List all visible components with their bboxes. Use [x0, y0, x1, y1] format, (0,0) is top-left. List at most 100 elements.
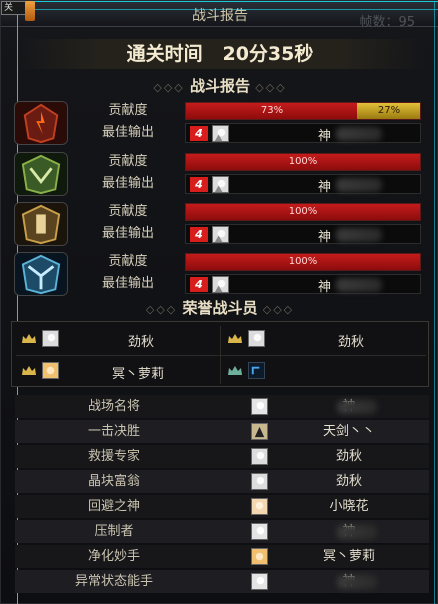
contribution-row: 贡献度 100%: [73, 251, 421, 273]
award-title: 异常状态能手: [74, 574, 153, 589]
redacted-name: [337, 575, 377, 589]
award-player-name: 劲秋: [335, 474, 362, 489]
honor-member-name: 劲秋: [338, 335, 365, 350]
character-portrait-icon: [251, 498, 268, 515]
redacted-name: [337, 400, 377, 414]
highlight-line: [1, 1, 438, 2]
honor-member[interactable]: 劲秋: [20, 326, 216, 354]
gold-crown-icon: [22, 334, 36, 343]
redacted-name: [336, 178, 382, 192]
contribution-bar: 100%: [185, 253, 421, 271]
honor-member-name: 劲秋: [128, 335, 155, 350]
best-output-label: 最佳输出: [101, 226, 154, 241]
clear-time-value: 20分35秒: [222, 43, 314, 65]
character-portrait-icon: [212, 226, 229, 243]
contribution-row: 贡献度 100%: [73, 151, 421, 173]
honor-heading-text: 荣誉战斗员: [182, 299, 258, 317]
redacted-name: [337, 525, 377, 539]
skill-4-icon: 4: [190, 277, 208, 292]
character-portrait-icon: [212, 125, 229, 142]
character-portrait-icon: [251, 473, 268, 490]
award-row: 晶块富翁 劲秋: [15, 470, 429, 493]
best-output-cell: 4 神: [185, 274, 421, 295]
divider-ornament-icon: ◇◇◇: [145, 303, 178, 316]
character-portrait-icon: [212, 176, 229, 193]
player-row: 贡献度 73% 27% 最佳输出 4 神: [11, 100, 423, 146]
contribution-row: 贡献度 100%: [73, 201, 421, 223]
award-title: 晶块富翁: [87, 474, 140, 489]
contribution-bar: 100%: [185, 153, 421, 171]
best-output-label: 最佳输出: [101, 176, 154, 191]
best-output-cell: 4 神: [185, 174, 421, 195]
contribution-bar: 73% 27%: [185, 102, 421, 120]
gold-crown-icon: [228, 334, 242, 343]
character-portrait-icon: [251, 448, 268, 465]
player-row: 贡献度 100% 最佳输出 4 神: [11, 151, 423, 197]
gold-class-emblem-icon: [14, 202, 68, 246]
best-output-cell: 4 神: [185, 224, 421, 245]
award-row: 净化妙手 冥丶萝莉: [15, 545, 429, 568]
best-output-label: 最佳输出: [101, 276, 154, 291]
character-portrait-icon: [251, 423, 268, 440]
honor-member[interactable]: 劲秋: [226, 326, 422, 354]
award-row: 回避之神 小晓花: [15, 495, 429, 518]
character-portrait-icon: [251, 573, 268, 590]
award-title: 一击决胜: [87, 424, 140, 439]
honor-member[interactable]: 冥丶萝莉: [20, 358, 216, 386]
honor-heading: ◇◇◇ 荣誉战斗员 ◇◇◇: [1, 297, 438, 319]
contribution-label: 贡献度: [108, 103, 148, 118]
honor-member-name: 冥丶萝莉: [112, 367, 165, 382]
character-portrait-icon: [251, 548, 268, 565]
contribution-percent: 100%: [288, 256, 318, 267]
contribution-secondary-percent: 27%: [377, 105, 401, 116]
award-title: 净化妙手: [87, 549, 140, 564]
divider-ornament-icon: ◇◇◇: [262, 303, 295, 316]
best-output-player-name: 神: [318, 180, 332, 195]
green-crown-icon: [228, 366, 242, 375]
award-row: 压制者 神: [15, 520, 429, 543]
award-player-name: 劲秋: [335, 449, 362, 464]
best-output-label: 最佳输出: [101, 125, 154, 140]
best-output-cell: 4 神: [185, 123, 421, 144]
award-title: 回避之神: [87, 499, 140, 514]
award-row: 战场名将 神: [15, 395, 429, 418]
character-portrait-icon: [42, 362, 59, 379]
best-output-row: 最佳输出 4 神: [73, 122, 421, 144]
battle-report-heading: ◇◇◇ 战斗报告 ◇◇◇: [1, 75, 438, 97]
award-player-name: 天剑丶丶: [322, 424, 375, 439]
award-title: 救援专家: [87, 449, 140, 464]
green-class-emblem-icon: [14, 152, 68, 196]
character-portrait-icon: [248, 330, 265, 347]
contribution-bar: 100%: [185, 203, 421, 221]
contribution-label: 贡献度: [108, 254, 148, 269]
award-row: 异常状态能手 神: [15, 570, 429, 593]
best-output-row: 最佳输出 4 神: [73, 173, 421, 195]
honor-member[interactable]: [226, 358, 422, 386]
contribution-label: 贡献度: [108, 154, 148, 169]
redacted-name: [336, 127, 382, 141]
skill-4-icon: 4: [190, 227, 208, 242]
contribution-label: 贡献度: [108, 204, 148, 219]
award-title: 压制者: [94, 524, 134, 539]
contribution-percent: 100%: [288, 156, 318, 167]
redacted-name: [336, 228, 382, 242]
character-portrait-icon: [42, 330, 59, 347]
character-portrait-icon: [251, 398, 268, 415]
class-icon: [248, 362, 265, 379]
award-player-name: 小晓花: [329, 499, 369, 514]
battle-report-window: 关 战斗报告 帧数：95 通关时间 20分35秒 ◇◇◇ 战斗报告 ◇◇◇ 贡献…: [0, 0, 438, 604]
skill-4-icon: 4: [190, 126, 208, 141]
best-output-row: 最佳输出 4 神: [73, 273, 421, 295]
award-title: 战场名将: [87, 399, 140, 414]
contribution-row: 贡献度 73% 27%: [73, 100, 421, 122]
award-row: 一击决胜 天剑丶丶: [15, 420, 429, 443]
character-portrait-icon: [212, 276, 229, 293]
fire-class-emblem-icon: [14, 101, 68, 145]
skill-4-icon: 4: [190, 177, 208, 192]
redacted-name: [336, 278, 382, 292]
best-output-player-name: 神: [318, 280, 332, 295]
best-output-row: 最佳输出 4 神: [73, 223, 421, 245]
player-row: 贡献度 100% 最佳输出 4 神: [11, 251, 423, 297]
best-output-player-name: 神: [318, 230, 332, 245]
gold-crown-icon: [22, 366, 36, 375]
